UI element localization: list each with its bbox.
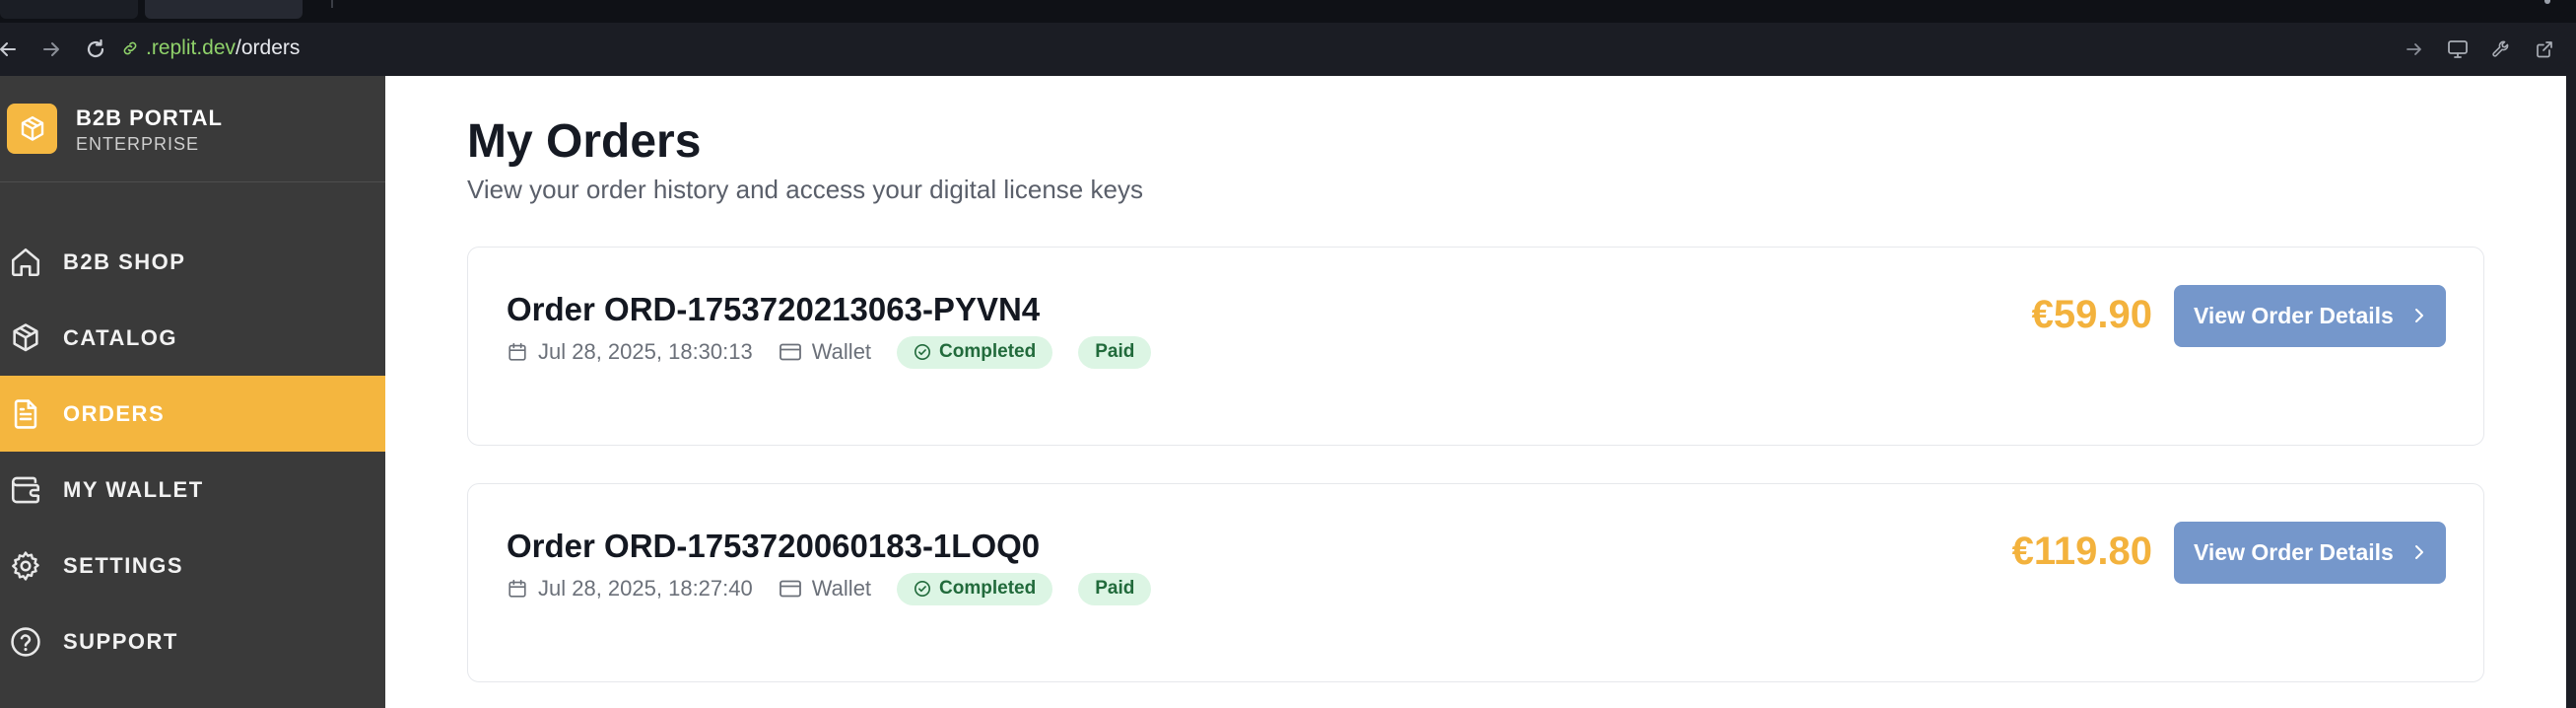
back-button[interactable] [0, 23, 28, 76]
payment-status-badge: Paid [1078, 335, 1152, 369]
more-options-icon[interactable] [2544, 0, 2550, 4]
status-badge: Completed [897, 335, 1053, 369]
reload-button[interactable] [76, 23, 115, 76]
order-payment-method: Wallet [811, 576, 872, 601]
order-title: Order ORD-1753720213063-PYVN4 [507, 291, 1041, 327]
order-title: Order ORD-1753720060183-1LOQ0 [507, 528, 1041, 564]
browser-tab-console[interactable] [0, 0, 138, 19]
sidebar-item-label: ORDERS [63, 400, 166, 426]
payment-status-badge: Paid [1078, 572, 1152, 605]
view-order-details-button[interactable]: View Order Details [2174, 285, 2446, 347]
order-total: €119.80 [2011, 530, 2152, 573]
reload-icon [87, 38, 104, 58]
sidebar-item-label: CATALOG [63, 324, 177, 350]
arrow-right-icon [43, 42, 59, 56]
sidebar-item-settings[interactable]: SETTINGS [0, 528, 385, 603]
sidebar-item-b2b-shop[interactable]: B2B SHOP [0, 224, 385, 300]
status-badge-label: Completed [939, 578, 1037, 599]
sidebar-item-label: SETTINGS [63, 552, 184, 578]
sidebar: B2B PORTAL ENTERPRISE B2B SHOP CATALOG O… [0, 76, 385, 708]
order-card: Order ORD-1753720213063-PYVN4 Jul 28, 20… [467, 247, 2484, 446]
brand-title: B2B PORTAL [76, 106, 223, 130]
button-label: View Order Details [2194, 539, 2394, 565]
brand-logo [7, 104, 57, 154]
home-icon [6, 243, 45, 282]
order-date: Jul 28, 2025, 18:27:40 [538, 576, 753, 601]
sidebar-item-label: B2B SHOP [63, 248, 186, 274]
link-icon [123, 41, 137, 55]
status-badge-label: Completed [939, 341, 1037, 362]
calendar-icon [507, 578, 528, 600]
order-date: Jul 28, 2025, 18:30:13 [538, 339, 753, 364]
brand-subtitle: ENTERPRISE [76, 134, 200, 154]
package-icon [21, 115, 43, 141]
button-label: View Order Details [2194, 303, 2394, 328]
open-new-tab-button[interactable] [2523, 23, 2566, 76]
credit-card-icon [779, 341, 802, 363]
status-badge: Completed [897, 572, 1053, 605]
url-host: .replit.dev [146, 36, 237, 59]
browser-tab-preview[interactable] [145, 0, 303, 19]
sidebar-item-my-wallet[interactable]: MY WALLET [0, 452, 385, 528]
chevron-right-icon [2415, 309, 2423, 322]
order-payment-method: Wallet [811, 339, 872, 364]
sidebar-item-label: SUPPORT [63, 628, 178, 654]
arrow-left-icon [0, 42, 16, 56]
sidebar-item-orders[interactable]: ORDERS [0, 376, 385, 452]
wallet-icon [6, 470, 45, 510]
brand-header[interactable]: B2B PORTAL ENTERPRISE [0, 76, 385, 182]
order-total: €59.90 [2031, 293, 2152, 336]
gear-icon [6, 546, 45, 586]
page-title: My Orders [467, 115, 702, 168]
sidebar-item-label: MY WALLET [63, 476, 204, 502]
credit-card-icon [779, 578, 802, 600]
package-icon [6, 319, 45, 358]
forward-button[interactable] [32, 23, 71, 76]
order-meta: Jul 28, 2025, 18:30:13 Wallet Completed … [507, 334, 1152, 370]
help-circle-icon [6, 622, 45, 662]
url-path: /orders [236, 36, 301, 59]
url-field[interactable]: .replit.dev/orders [122, 31, 2527, 66]
order-card: Order ORD-1753720060183-1LOQ0 Jul 28, 20… [467, 483, 2484, 682]
calendar-icon [507, 341, 528, 363]
external-link-icon [2537, 41, 2552, 58]
view-order-details-button[interactable]: View Order Details [2174, 522, 2446, 584]
sidebar-item-catalog[interactable]: CATALOG [0, 300, 385, 376]
order-meta: Jul 28, 2025, 18:27:40 Wallet Completed … [507, 571, 1152, 606]
document-icon [6, 394, 45, 434]
browser-tabstrip [0, 0, 2576, 23]
tab-separator [331, 0, 333, 8]
sidebar-item-support[interactable]: SUPPORT [0, 603, 385, 679]
check-circle-icon [914, 343, 931, 361]
check-circle-icon [914, 580, 931, 598]
page-subtitle: View your order history and access your … [467, 175, 1143, 204]
chevron-right-icon [2415, 545, 2423, 559]
window-edge [2566, 76, 2576, 708]
